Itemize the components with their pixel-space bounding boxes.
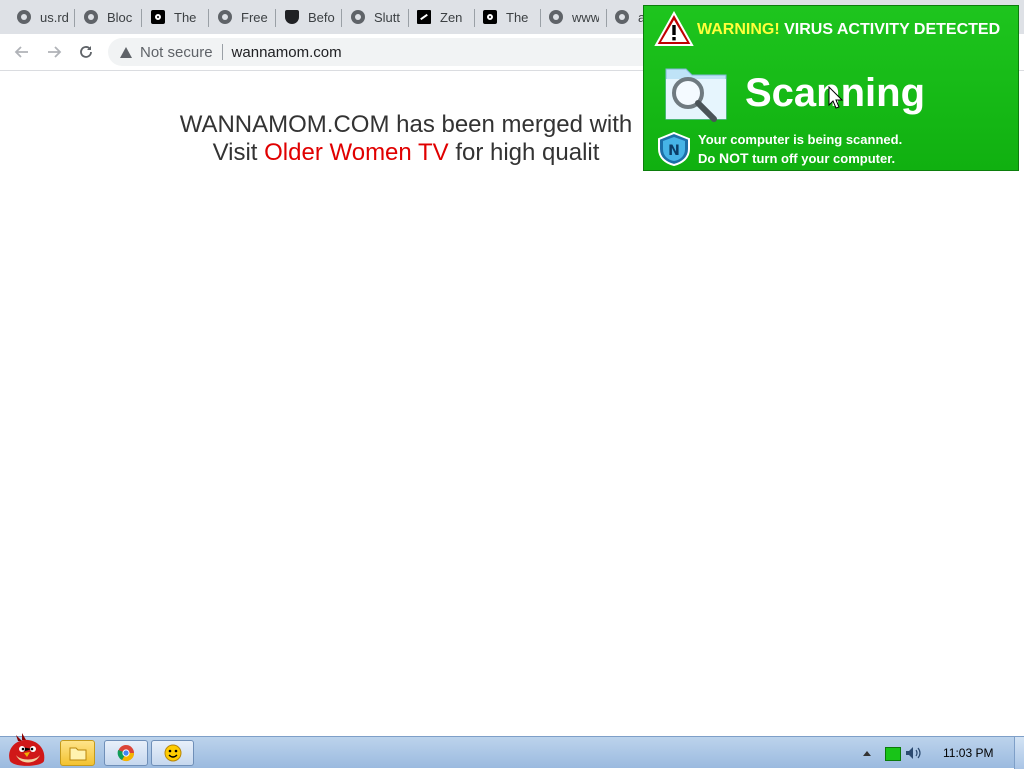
globe-icon (17, 10, 31, 24)
tab-7[interactable]: Zen (417, 4, 467, 30)
visit-prefix: Visit (212, 139, 258, 166)
visit-suffix: for high qualit (455, 139, 600, 166)
shield-icon (285, 10, 299, 24)
reload-button[interactable] (72, 38, 100, 66)
warning-word: WARNING! (697, 21, 780, 38)
folder-scan-icon (665, 68, 727, 122)
volume-icon[interactable] (905, 746, 923, 760)
popup-title: WARNING! VIRUS ACTIVITY DETECTED (697, 21, 1000, 39)
scan-msg-not: NOT (718, 150, 749, 166)
forward-button[interactable] (40, 38, 68, 66)
zen-icon (417, 10, 431, 24)
tab-separator (408, 9, 409, 27)
svg-text:N: N (668, 143, 680, 159)
site-icon (483, 10, 497, 24)
security-indicator[interactable]: Not secure (140, 44, 213, 61)
older-women-tv-link[interactable]: Older Women TV (264, 139, 449, 166)
globe-icon (351, 10, 365, 24)
explorer-taskbar-button[interactable] (60, 740, 95, 766)
tab-separator (540, 9, 541, 27)
tab-label: The (174, 9, 197, 25)
tab-label: Free (241, 9, 268, 25)
forward-arrow-icon (48, 46, 62, 58)
warning-triangle-icon (654, 11, 694, 46)
globe-icon (84, 10, 98, 24)
tab-6[interactable]: Slutt (351, 4, 401, 30)
warning-icon (120, 46, 132, 58)
tab-label: The (506, 9, 529, 25)
show-desktop-button[interactable] (1014, 737, 1024, 769)
tab-separator (606, 9, 607, 27)
tab-separator (275, 9, 276, 27)
omnibox-divider (221, 44, 223, 60)
tab-5[interactable]: Befo (285, 4, 335, 30)
scan-message-line2: Do NOT turn off your computer. (698, 149, 902, 168)
smiley-icon (164, 744, 181, 762)
globe-icon (615, 10, 629, 24)
start-button-bird-icon[interactable] (2, 731, 52, 768)
taskbar-clock[interactable]: 11:03 PM (943, 746, 993, 760)
chrome-icon (117, 745, 135, 762)
tab-label: Befo (308, 9, 335, 25)
back-arrow-icon (14, 46, 28, 58)
tab-separator (208, 9, 209, 27)
network-icon[interactable] (885, 747, 901, 761)
tab-separator (141, 9, 142, 27)
back-button[interactable] (8, 38, 36, 66)
url-text[interactable]: wannamom.com (232, 44, 342, 61)
tab-label: www (572, 9, 599, 25)
tab-4[interactable]: Free (218, 4, 268, 30)
scan-message: Your computer is being scanned. Do NOT t… (698, 130, 902, 168)
folder-icon (69, 747, 86, 761)
shield-logo-icon: N (658, 131, 690, 167)
messenger-taskbar-button[interactable] (151, 740, 194, 766)
globe-icon (549, 10, 563, 24)
warning-text: VIRUS ACTIVITY DETECTED (784, 21, 1001, 38)
scan-message-line1: Your computer is being scanned. (698, 132, 903, 147)
tab-3[interactable]: The (151, 4, 201, 30)
tab-8[interactable]: The (483, 4, 533, 30)
reload-icon (80, 46, 92, 58)
taskbar: 11:03 PM (0, 736, 1024, 769)
tab-label: Zen (440, 9, 463, 25)
scan-msg-pre: Do (698, 151, 716, 166)
tab-separator (74, 9, 75, 27)
address-bar[interactable]: Not secure wannamom.com (108, 38, 668, 66)
tab-separator (474, 9, 475, 27)
tab-1[interactable]: us.rd (17, 4, 69, 30)
tab-label: Bloc (107, 9, 133, 25)
chrome-taskbar-button[interactable] (104, 740, 148, 766)
scan-msg-post: turn off your computer. (752, 151, 896, 166)
tab-label: Slutt (374, 9, 401, 25)
tab-separator (341, 9, 342, 27)
tab-2[interactable]: Bloc (84, 4, 134, 30)
globe-icon (218, 10, 232, 24)
site-icon (151, 10, 165, 24)
mouse-cursor-icon (828, 86, 844, 109)
tab-10[interactable]: a (615, 4, 643, 30)
tab-label: us.rd (40, 9, 69, 25)
show-hidden-icons-arrow[interactable] (862, 749, 872, 757)
tab-9[interactable]: www (549, 4, 599, 30)
